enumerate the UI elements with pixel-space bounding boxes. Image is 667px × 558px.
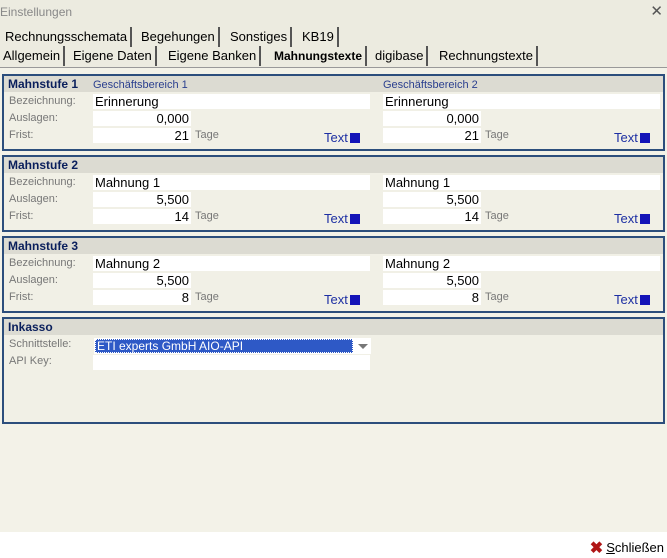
gb2-frist-input[interactable]: 21 (383, 128, 481, 143)
tab-begehungen[interactable]: Begehungen (138, 27, 220, 47)
section-title: Mahnstufe 2 (8, 158, 79, 172)
tab-mahnungstexte[interactable]: Mahnungstexte (271, 46, 368, 66)
text-button-label: Text (324, 292, 348, 307)
tab-eigene-daten[interactable]: Eigene Daten (70, 46, 157, 66)
auslagen-label: Auslagen: (9, 274, 58, 286)
gb1-text-button[interactable]: Text (324, 292, 360, 307)
text-square-icon (349, 295, 360, 305)
close-icon[interactable]: ✕ (650, 2, 663, 20)
gb2-auslagen-input[interactable]: 5,500 (383, 192, 481, 207)
section-title: Mahnstufe 3 (8, 239, 79, 253)
tage-label: Tage (195, 291, 219, 303)
frist-label: Frist: (9, 210, 34, 222)
text-square-icon (639, 214, 650, 224)
text-button-label: Text (614, 211, 638, 226)
bezeichnung-label: Bezeichnung: (9, 95, 76, 107)
geschaeftsbereich-1-label: Geschäftsbereich 1 (93, 79, 188, 91)
gb1-auslagen-input[interactable]: 0,000 (93, 111, 191, 126)
text-button-label: Text (324, 211, 348, 226)
tage-label: Tage (195, 210, 219, 222)
section-title: Mahnstufe 1 (8, 77, 79, 91)
bezeichnung-label: Bezeichnung: (9, 257, 76, 269)
close-label-accesskey: S (606, 540, 615, 555)
tage-label: Tage (485, 210, 509, 222)
tab-rechnungsschemata[interactable]: Rechnungsschemata (2, 27, 133, 47)
text-button-label: Text (324, 130, 348, 145)
gb2-bezeichnung-input[interactable]: Mahnung 2 (383, 256, 660, 271)
tage-label: Tage (195, 129, 219, 141)
gb1-bezeichnung-input[interactable]: Mahnung 2 (93, 256, 370, 271)
section-header: Mahnstufe 2 (4, 157, 663, 173)
tage-label: Tage (485, 291, 509, 303)
schnittstelle-selected-value: ETI experts GmbH AIO-API (95, 339, 353, 353)
close-label: chließen (614, 540, 664, 555)
gb1-text-button[interactable]: Text (324, 211, 360, 226)
gb1-bezeichnung-input[interactable]: Erinnerung (93, 94, 370, 109)
gb1-bezeichnung-input[interactable]: Mahnung 1 (93, 175, 370, 190)
api-key-input[interactable] (93, 355, 370, 370)
footer-bar: ✖ Schließen (0, 532, 667, 558)
title-bar: Einstellungen ✕ (0, 0, 667, 24)
close-icon: ✖ (589, 540, 604, 557)
close-button[interactable]: ✖ Schließen (590, 538, 664, 558)
text-button-label: Text (614, 130, 638, 145)
tab-eigene-banken[interactable]: Eigene Banken (165, 46, 262, 66)
section-header: Mahnstufe 3 (4, 238, 663, 254)
section-title: Inkasso (8, 320, 53, 334)
mahnstufe-3-section: Mahnstufe 3 Bezeichnung: Auslagen: Frist… (2, 236, 665, 313)
text-square-icon (349, 133, 360, 143)
mahnstufe-2-section: Mahnstufe 2 Bezeichnung: Auslagen: Frist… (2, 155, 665, 232)
gb1-auslagen-input[interactable]: 5,500 (93, 273, 191, 288)
gb2-text-button[interactable]: Text (614, 130, 650, 145)
gb2-frist-input[interactable]: 8 (383, 290, 481, 305)
gb1-text-button[interactable]: Text (324, 130, 360, 145)
tab-sonstiges[interactable]: Sonstiges (227, 27, 293, 47)
geschaeftsbereich-2-label: Geschäftsbereich 2 (383, 79, 478, 91)
gb2-auslagen-input[interactable]: 0,000 (383, 111, 481, 126)
section-header: Mahnstufe 1 Geschäftsbereich 1 Geschäfts… (4, 76, 663, 92)
gb1-frist-input[interactable]: 8 (93, 290, 191, 305)
tab-rechnungstexte[interactable]: Rechnungstexte (436, 46, 538, 66)
text-square-icon (639, 133, 650, 143)
text-square-icon (639, 295, 650, 305)
schnittstelle-label: Schnittstelle: (9, 338, 72, 350)
gb2-bezeichnung-input[interactable]: Erinnerung (383, 94, 660, 109)
gb2-bezeichnung-input[interactable]: Mahnung 1 (383, 175, 660, 190)
tab-allgemein[interactable]: Allgemein (0, 46, 66, 66)
frist-label: Frist: (9, 291, 34, 303)
gb2-frist-input[interactable]: 14 (383, 209, 481, 224)
text-button-label: Text (614, 292, 638, 307)
api-key-label: API Key: (9, 355, 52, 367)
section-header: Inkasso (4, 319, 663, 335)
gb1-auslagen-input[interactable]: 5,500 (93, 192, 191, 207)
text-square-icon (349, 214, 360, 224)
tage-label: Tage (485, 129, 509, 141)
frist-label: Frist: (9, 129, 34, 141)
tab-digibase[interactable]: digibase (372, 46, 429, 66)
bezeichnung-label: Bezeichnung: (9, 176, 76, 188)
auslagen-label: Auslagen: (9, 193, 58, 205)
chevron-down-icon[interactable] (358, 344, 368, 349)
window-title: Einstellungen (0, 5, 73, 19)
schnittstelle-select[interactable]: ETI experts GmbH AIO-API (94, 338, 371, 354)
gb1-frist-input[interactable]: 14 (93, 209, 191, 224)
gb2-auslagen-input[interactable]: 5,500 (383, 273, 481, 288)
gb1-frist-input[interactable]: 21 (93, 128, 191, 143)
auslagen-label: Auslagen: (9, 112, 58, 124)
gb2-text-button[interactable]: Text (614, 292, 650, 307)
inkasso-section: Inkasso Schnittstelle: ETI experts GmbH … (2, 317, 665, 424)
tab-kb19[interactable]: KB19 (299, 27, 339, 47)
mahnstufe-1-section: Mahnstufe 1 Geschäftsbereich 1 Geschäfts… (2, 74, 665, 151)
tab-content: Mahnstufe 1 Geschäftsbereich 1 Geschäfts… (0, 67, 667, 532)
gb2-text-button[interactable]: Text (614, 211, 650, 226)
